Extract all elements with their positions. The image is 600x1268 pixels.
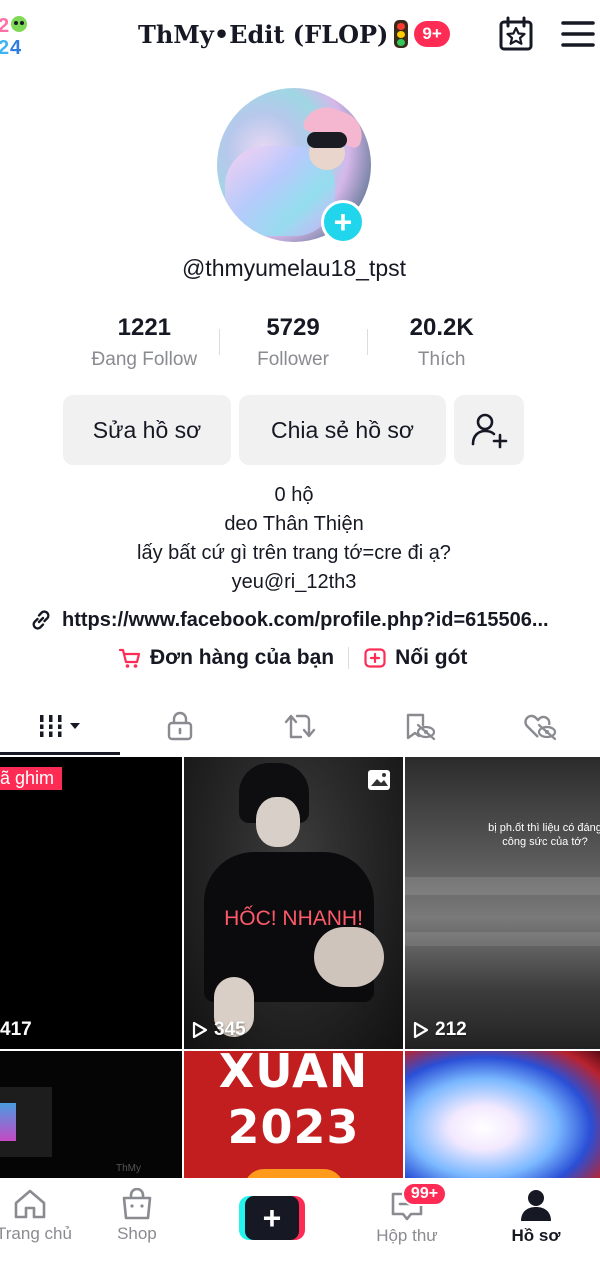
- likes-count: 20.2K: [409, 314, 474, 341]
- tab-liked[interactable]: [480, 697, 600, 755]
- svg-text:2: 2: [0, 37, 9, 56]
- bottom-navigation: Trang chủ Shop + 99+ Hộp thư Hồ sơ: [0, 1178, 600, 1268]
- bio-line: deo Thân Thiện: [224, 513, 364, 535]
- create-button[interactable]: +: [238, 1196, 305, 1240]
- video-overlay-text: ThMy: [116, 1163, 141, 1174]
- bio-line: 0 hộ: [274, 484, 314, 506]
- followers-label: Follower: [257, 349, 329, 370]
- following-label: Đang Follow: [91, 349, 198, 370]
- video-overlay-text: HỐC! NHANH!: [224, 907, 363, 930]
- nav-shop[interactable]: Shop: [72, 1178, 202, 1268]
- profile-tabs: [0, 697, 600, 755]
- add-square-icon: [364, 648, 386, 668]
- nav-shop-label: Shop: [117, 1224, 157, 1243]
- add-story-button[interactable]: +: [321, 200, 365, 244]
- tab-private[interactable]: [120, 697, 240, 755]
- svg-text:2: 2: [0, 15, 9, 37]
- edit-profile-button[interactable]: Sửa hồ sơ: [63, 395, 231, 465]
- view-count: 417: [0, 1019, 32, 1041]
- cart-icon: [118, 648, 141, 668]
- add-friend-button[interactable]: [454, 395, 524, 465]
- stat-followers[interactable]: 5729 Follower: [218, 313, 368, 371]
- view-count-value: 212: [435, 1019, 467, 1040]
- play-icon: [413, 1021, 429, 1039]
- plus-icon: +: [244, 1196, 299, 1240]
- menu-icon[interactable]: [560, 14, 600, 54]
- grid-icon: [37, 715, 80, 737]
- video-overlay-text: bị ph.ốt thì liệu có đáng công sức của t…: [488, 822, 600, 848]
- favorites-hidden-icon: [406, 713, 436, 741]
- nav-create[interactable]: +: [202, 1178, 342, 1268]
- tab-favorites[interactable]: [360, 697, 480, 755]
- divider: [348, 647, 350, 669]
- profile-link-text: https://www.facebook.com/profile.php?id=…: [62, 608, 549, 631]
- profile-title-bar[interactable]: ThMy•Edit (FLOP) 9+: [138, 14, 450, 54]
- nav-profile[interactable]: Hồ sơ: [472, 1178, 600, 1268]
- add-user-icon: [471, 413, 508, 449]
- shopping-bag-icon: [122, 1188, 152, 1220]
- shop-links: Đơn hàng của bạn Nối gót: [118, 646, 467, 670]
- inbox-badge: 99+: [401, 1182, 448, 1206]
- nav-inbox-label: Hộp thư: [376, 1226, 438, 1245]
- likes-label: Thích: [417, 349, 466, 370]
- home-icon: [14, 1189, 46, 1219]
- pinned-badge: ã ghim: [0, 767, 63, 790]
- username: @thmyumelau18_tpst: [181, 255, 407, 281]
- profile-link[interactable]: https://www.facebook.com/profile.php?id=…: [28, 607, 568, 633]
- nav-profile-label: Hồ sơ: [511, 1226, 561, 1245]
- account-notification-badge: 9+: [414, 21, 450, 47]
- photo-post-icon: [368, 770, 390, 790]
- video-tile[interactable]: bị ph.ốt thì liệu có đáng công sức của t…: [405, 757, 600, 1049]
- tab-reposts[interactable]: [240, 697, 360, 755]
- following-count: 1221: [117, 314, 172, 341]
- profile-bio: 0 hộ deo Thân Thiện lấy bất cứ gì trên t…: [0, 481, 588, 597]
- year-2024-sticker-icon: 2 2 4: [0, 12, 32, 59]
- stat-following[interactable]: 1221 Đang Follow: [70, 313, 219, 371]
- tab-videos[interactable]: [0, 697, 120, 755]
- nav-inbox[interactable]: 99+ Hộp thư: [342, 1178, 472, 1268]
- video-tile[interactable]: HỐC! NHANH! 345: [184, 757, 403, 1049]
- share-profile-button[interactable]: Chia sẻ hồ sơ: [239, 395, 446, 465]
- liked-hidden-icon: [524, 714, 557, 741]
- followers-count: 5729: [266, 314, 320, 341]
- profile-stats: 1221 Đang Follow 5729 Follower 20.2K Thí…: [70, 313, 516, 371]
- profile-icon: [520, 1190, 551, 1221]
- addon-label: Nối gót: [395, 646, 468, 669]
- view-count: 212: [413, 1019, 467, 1041]
- link-icon: [32, 610, 50, 630]
- account-title: ThMy•Edit (FLOP): [138, 19, 389, 49]
- play-icon: [192, 1021, 208, 1039]
- video-tile[interactable]: ThMy: [0, 1051, 182, 1179]
- nav-home[interactable]: Trang chủ: [0, 1178, 72, 1268]
- nav-home-label: Trang chủ: [0, 1224, 72, 1243]
- bio-line: lấy bất cứ gì trên trang tớ=cre đi ạ?: [137, 542, 451, 564]
- video-overlay-text: XUÂN 2023: [218, 1051, 369, 1154]
- video-tile[interactable]: [405, 1051, 600, 1179]
- orders-label: Đơn hàng của bạn: [150, 646, 335, 669]
- calendar-star-icon[interactable]: [496, 14, 536, 54]
- video-tile[interactable]: XUÂN 2023: [184, 1051, 403, 1179]
- lock-icon: [167, 711, 193, 741]
- traffic-light-icon: [394, 20, 409, 48]
- video-tile[interactable]: ã ghim 417: [0, 757, 182, 1049]
- top-header: 2 2 4 ThMy•Edit (FLOP) 9+: [0, 0, 600, 70]
- view-count-value: 345: [214, 1019, 246, 1040]
- view-count-value: 417: [0, 1019, 32, 1040]
- view-count: 345: [192, 1019, 246, 1041]
- bio-line: yeu@ri_12th3: [231, 571, 357, 593]
- repost-icon: [284, 714, 316, 739]
- stat-likes[interactable]: 20.2K Thích: [367, 313, 516, 371]
- orders-link[interactable]: Đơn hàng của bạn: [118, 646, 334, 670]
- svg-text:4: 4: [10, 37, 22, 56]
- addon-link[interactable]: Nối gót: [363, 646, 467, 670]
